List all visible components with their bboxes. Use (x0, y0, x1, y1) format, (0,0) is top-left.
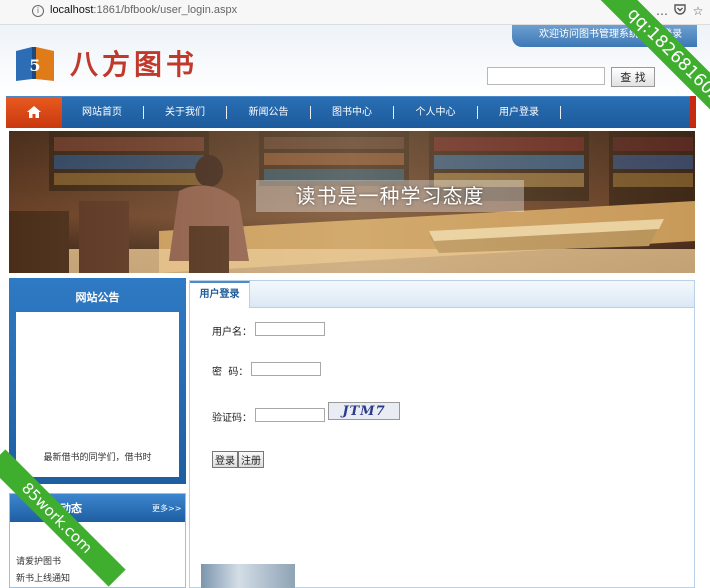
banner-caption: 读书是一种学习态度 (256, 180, 524, 212)
notice-panel: 网站公告 最新借书的同学们，借书时 (9, 278, 186, 484)
login-button[interactable]: 登录 (212, 451, 238, 468)
news-more-link[interactable]: 更多>> (152, 503, 181, 514)
home-icon (27, 106, 41, 118)
notice-marquee-text[interactable]: 最新借书的同学们，借书时 (16, 450, 179, 463)
url-host: localhost (50, 4, 94, 16)
nav-item-news[interactable]: 新闻公告 (227, 97, 310, 128)
nav-item-books[interactable]: 图书中心 (311, 97, 393, 128)
nav-divider (560, 106, 561, 119)
nav-accent (690, 96, 696, 127)
address-url[interactable]: localhost:1861/bfbook/user_login.aspx (50, 4, 237, 16)
register-button[interactable]: 注册 (238, 451, 264, 468)
nav-item-home[interactable]: 网站首页 (62, 97, 142, 128)
search-input[interactable] (487, 67, 605, 85)
captcha-label: 验证码： (212, 413, 252, 424)
library-banner: 读书是一种学习态度 (9, 131, 695, 273)
search-button[interactable]: 查 找 (611, 67, 655, 87)
more-icon[interactable]: … (654, 3, 670, 19)
nav-item-about[interactable]: 关于我们 (144, 97, 226, 128)
username-input[interactable] (255, 322, 325, 336)
main-nav: 网站首页 关于我们 新闻公告 图书中心 个人中心 用户登录 (6, 96, 696, 128)
nav-home-button[interactable] (6, 97, 62, 128)
password-label: 密 码： (212, 367, 249, 378)
book-logo-icon: 5 (16, 47, 54, 81)
captcha-input[interactable] (255, 408, 325, 422)
svg-text:5: 5 (29, 56, 40, 75)
pocket-icon[interactable] (672, 3, 688, 19)
bottom-thumbnail (201, 564, 295, 588)
notice-title: 网站公告 (75, 291, 120, 304)
password-input[interactable] (251, 362, 321, 376)
login-panel: 用户登录 用户名： 密 码： 验证码： JTM7 登录 注册 (189, 280, 695, 588)
notice-body: 最新借书的同学们，借书时 (16, 312, 179, 477)
captcha-image[interactable]: JTM7 (328, 402, 400, 420)
site-header: 5 八方图书 欢迎访问图书管理系统 用户登录 查 找 (0, 25, 710, 95)
site-name: 八方图书 (70, 48, 199, 81)
captcha-code: JTM7 (342, 404, 386, 419)
tab-user-login[interactable]: 用户登录 (190, 281, 250, 308)
login-tabbar: 用户登录 (190, 281, 694, 308)
nav-item-login[interactable]: 用户登录 (478, 97, 560, 128)
info-icon[interactable]: i (32, 5, 44, 17)
nav-item-personal[interactable]: 个人中心 (394, 97, 477, 128)
username-label: 用户名： (212, 327, 252, 338)
url-path: :1861/bfbook/user_login.aspx (93, 4, 238, 16)
star-icon[interactable]: ☆ (690, 3, 706, 19)
